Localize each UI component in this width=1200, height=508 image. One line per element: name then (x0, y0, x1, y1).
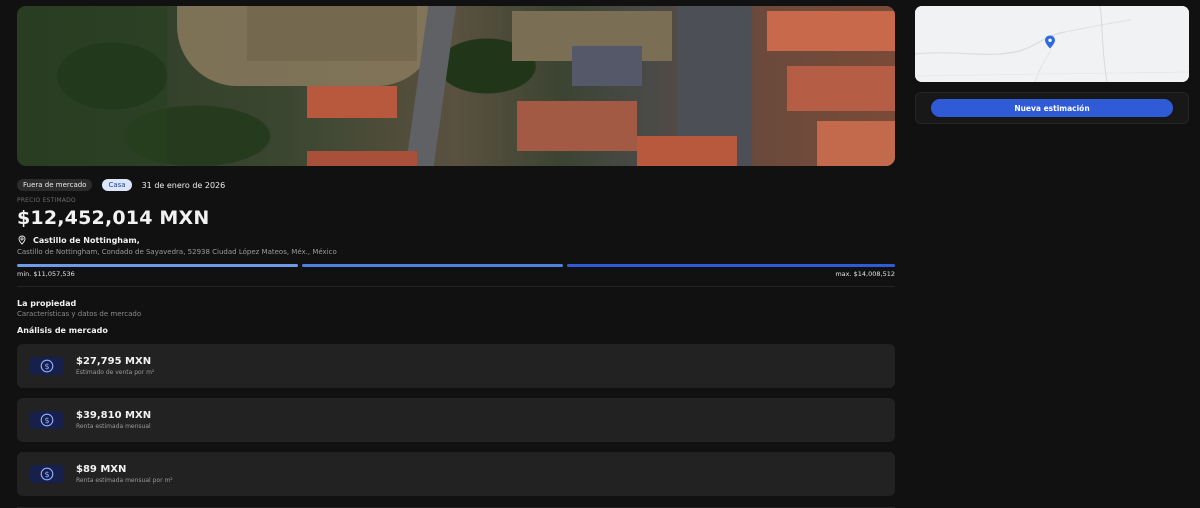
market-card-label: Renta estimada mensual (76, 423, 151, 430)
svg-text:$: $ (44, 362, 49, 371)
market-card-monthly-rent: $ $39,810 MXN Renta estimada mensual (17, 398, 895, 442)
svg-text:$: $ (44, 416, 49, 425)
market-card-rent-per-m2: $ $89 MXN Renta estimada mensual por m² (17, 452, 895, 496)
location-map[interactable] (915, 6, 1189, 82)
dollar-icon: $ (30, 465, 64, 483)
dollar-icon: $ (30, 411, 64, 429)
price-range-labels: min. $11,057,536 max. $14,008,512 (17, 270, 895, 278)
location-pin-icon (18, 235, 26, 245)
market-cards: $ $27,795 MXN Estimado de venta por m² $… (17, 344, 895, 496)
section-title: La propiedad (17, 299, 77, 308)
estimated-price: $12,452,014 MXN (17, 207, 210, 229)
address-full: Castillo de Nottingham, Condado de Sayav… (17, 248, 337, 256)
estimate-panel: Nueva estimación (915, 92, 1189, 124)
market-card-label: Estimado de venta por m² (76, 369, 155, 376)
status-badge: Fuera de mercado (17, 179, 93, 191)
market-card-sale-per-m2: $ $27,795 MXN Estimado de venta por m² (17, 344, 895, 388)
range-segment-low (17, 264, 298, 267)
main-content: Fuera de mercado Casa 31 de enero de 202… (17, 6, 895, 508)
market-card-value: $89 MXN (76, 464, 127, 475)
market-card-label: Renta estimada mensual por m² (76, 477, 173, 484)
svg-text:$: $ (44, 470, 49, 479)
dollar-icon: $ (30, 357, 64, 375)
section-subtitle: Características y datos de mercado (17, 310, 142, 318)
range-min: min. $11,057,536 (17, 270, 75, 278)
type-badge: Casa (102, 179, 132, 191)
range-segment-mid (302, 264, 563, 267)
market-card-value: $39,810 MXN (76, 410, 152, 421)
aerial-photo (17, 6, 895, 166)
address-title-row: Castillo de Nottingham, (17, 235, 895, 245)
range-segment-high (567, 264, 895, 267)
sidebar: Nueva estimación (915, 6, 1189, 124)
price-range-bar (17, 264, 895, 267)
new-estimate-button[interactable]: Nueva estimación (931, 99, 1173, 117)
map-pin-icon (1045, 35, 1055, 49)
market-card-value: $27,795 MXN (76, 356, 152, 367)
range-max: max. $14,008,512 (835, 270, 895, 278)
price-label: PRECIO ESTIMADO (17, 197, 76, 204)
market-analysis-title: Análisis de mercado (17, 326, 108, 335)
section-divider (17, 286, 895, 287)
property-meta-row: Fuera de mercado Casa 31 de enero de 202… (17, 178, 895, 192)
estimate-date: 31 de enero de 2026 (141, 180, 226, 190)
address-title: Castillo de Nottingham, (33, 235, 140, 245)
